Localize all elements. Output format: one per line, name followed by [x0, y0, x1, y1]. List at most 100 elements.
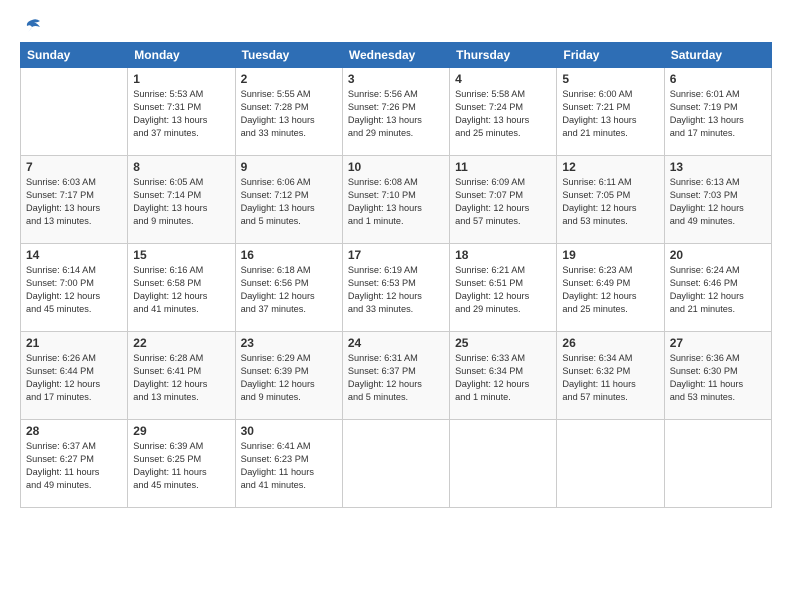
day-number: 24	[348, 336, 444, 350]
calendar: SundayMondayTuesdayWednesdayThursdayFrid…	[20, 42, 772, 508]
day-number: 27	[670, 336, 766, 350]
day-number: 2	[241, 72, 337, 86]
day-info: Sunrise: 6:11 AM Sunset: 7:05 PM Dayligh…	[562, 176, 658, 228]
calendar-cell: 23 Sunrise: 6:29 AM Sunset: 6:39 PM Dayli…	[235, 332, 342, 420]
day-number: 28	[26, 424, 122, 438]
day-info: Sunrise: 6:01 AM Sunset: 7:19 PM Dayligh…	[670, 88, 766, 140]
calendar-cell	[664, 420, 771, 508]
day-info: Sunrise: 6:18 AM Sunset: 6:56 PM Dayligh…	[241, 264, 337, 316]
day-info: Sunrise: 6:00 AM Sunset: 7:21 PM Dayligh…	[562, 88, 658, 140]
day-info: Sunrise: 6:09 AM Sunset: 7:07 PM Dayligh…	[455, 176, 551, 228]
header	[20, 18, 772, 34]
day-info: Sunrise: 5:56 AM Sunset: 7:26 PM Dayligh…	[348, 88, 444, 140]
calendar-header-row: SundayMondayTuesdayWednesdayThursdayFrid…	[21, 43, 772, 68]
calendar-cell: 8 Sunrise: 6:05 AM Sunset: 7:14 PM Daylig…	[128, 156, 235, 244]
day-info: Sunrise: 6:33 AM Sunset: 6:34 PM Dayligh…	[455, 352, 551, 404]
calendar-cell	[450, 420, 557, 508]
day-info: Sunrise: 6:19 AM Sunset: 6:53 PM Dayligh…	[348, 264, 444, 316]
calendar-cell: 17 Sunrise: 6:19 AM Sunset: 6:53 PM Dayli…	[342, 244, 449, 332]
day-info: Sunrise: 6:21 AM Sunset: 6:51 PM Dayligh…	[455, 264, 551, 316]
day-info: Sunrise: 6:29 AM Sunset: 6:39 PM Dayligh…	[241, 352, 337, 404]
calendar-cell: 27Sunrise: 6:36 AM Sunset: 6:30 PM Dayli…	[664, 332, 771, 420]
calendar-cell: 24 Sunrise: 6:31 AM Sunset: 6:37 PM Dayli…	[342, 332, 449, 420]
calendar-cell: 30 Sunrise: 6:41 AM Sunset: 6:23 PM Dayli…	[235, 420, 342, 508]
day-info: Sunrise: 5:58 AM Sunset: 7:24 PM Dayligh…	[455, 88, 551, 140]
calendar-cell: 9 Sunrise: 6:06 AM Sunset: 7:12 PM Daylig…	[235, 156, 342, 244]
calendar-cell: 5 Sunrise: 6:00 AM Sunset: 7:21 PM Daylig…	[557, 68, 664, 156]
day-info: Sunrise: 6:08 AM Sunset: 7:10 PM Dayligh…	[348, 176, 444, 228]
day-number: 23	[241, 336, 337, 350]
calendar-cell: 25 Sunrise: 6:33 AM Sunset: 6:34 PM Dayli…	[450, 332, 557, 420]
day-number: 22	[133, 336, 229, 350]
day-number: 21	[26, 336, 122, 350]
day-number: 17	[348, 248, 444, 262]
logo	[20, 18, 44, 34]
calendar-week-row: 28Sunrise: 6:37 AM Sunset: 6:27 PM Dayli…	[21, 420, 772, 508]
day-info: Sunrise: 6:34 AM Sunset: 6:32 PM Dayligh…	[562, 352, 658, 404]
day-info: Sunrise: 6:39 AM Sunset: 6:25 PM Dayligh…	[133, 440, 229, 492]
calendar-cell: 3 Sunrise: 5:56 AM Sunset: 7:26 PM Daylig…	[342, 68, 449, 156]
day-info: Sunrise: 5:55 AM Sunset: 7:28 PM Dayligh…	[241, 88, 337, 140]
calendar-cell: 14 Sunrise: 6:14 AM Sunset: 7:00 PM Dayli…	[21, 244, 128, 332]
calendar-cell: 11Sunrise: 6:09 AM Sunset: 7:07 PM Dayli…	[450, 156, 557, 244]
day-info: Sunrise: 6:13 AM Sunset: 7:03 PM Dayligh…	[670, 176, 766, 228]
calendar-week-row: 21 Sunrise: 6:26 AM Sunset: 6:44 PM Dayli…	[21, 332, 772, 420]
day-number: 18	[455, 248, 551, 262]
calendar-cell: 20 Sunrise: 6:24 AM Sunset: 6:46 PM Dayli…	[664, 244, 771, 332]
calendar-cell: 4 Sunrise: 5:58 AM Sunset: 7:24 PM Daylig…	[450, 68, 557, 156]
day-info: Sunrise: 6:28 AM Sunset: 6:41 PM Dayligh…	[133, 352, 229, 404]
calendar-cell	[342, 420, 449, 508]
calendar-cell: 26 Sunrise: 6:34 AM Sunset: 6:32 PM Dayli…	[557, 332, 664, 420]
calendar-cell: 18 Sunrise: 6:21 AM Sunset: 6:51 PM Dayli…	[450, 244, 557, 332]
calendar-day-header: Saturday	[664, 43, 771, 68]
day-number: 30	[241, 424, 337, 438]
calendar-cell: 15Sunrise: 6:16 AM Sunset: 6:58 PM Dayli…	[128, 244, 235, 332]
day-number: 12	[562, 160, 658, 174]
calendar-cell: 12 Sunrise: 6:11 AM Sunset: 7:05 PM Dayli…	[557, 156, 664, 244]
day-info: Sunrise: 6:14 AM Sunset: 7:00 PM Dayligh…	[26, 264, 122, 316]
day-number: 4	[455, 72, 551, 86]
logo-bird-icon	[22, 18, 42, 34]
day-info: Sunrise: 6:03 AM Sunset: 7:17 PM Dayligh…	[26, 176, 122, 228]
calendar-day-header: Friday	[557, 43, 664, 68]
day-number: 26	[562, 336, 658, 350]
day-number: 1	[133, 72, 229, 86]
calendar-cell: 19 Sunrise: 6:23 AM Sunset: 6:49 PM Dayli…	[557, 244, 664, 332]
calendar-day-header: Tuesday	[235, 43, 342, 68]
day-info: Sunrise: 6:31 AM Sunset: 6:37 PM Dayligh…	[348, 352, 444, 404]
day-number: 16	[241, 248, 337, 262]
calendar-week-row: 7 Sunrise: 6:03 AM Sunset: 7:17 PM Daylig…	[21, 156, 772, 244]
calendar-week-row: 14 Sunrise: 6:14 AM Sunset: 7:00 PM Dayli…	[21, 244, 772, 332]
day-number: 3	[348, 72, 444, 86]
day-number: 5	[562, 72, 658, 86]
calendar-day-header: Wednesday	[342, 43, 449, 68]
day-info: Sunrise: 6:41 AM Sunset: 6:23 PM Dayligh…	[241, 440, 337, 492]
day-number: 19	[562, 248, 658, 262]
calendar-day-header: Monday	[128, 43, 235, 68]
day-number: 29	[133, 424, 229, 438]
calendar-day-header: Sunday	[21, 43, 128, 68]
page: SundayMondayTuesdayWednesdayThursdayFrid…	[0, 0, 792, 612]
calendar-cell: 28Sunrise: 6:37 AM Sunset: 6:27 PM Dayli…	[21, 420, 128, 508]
day-info: Sunrise: 6:23 AM Sunset: 6:49 PM Dayligh…	[562, 264, 658, 316]
calendar-week-row: 1Sunrise: 5:53 AM Sunset: 7:31 PM Daylig…	[21, 68, 772, 156]
day-number: 20	[670, 248, 766, 262]
calendar-cell: 2 Sunrise: 5:55 AM Sunset: 7:28 PM Daylig…	[235, 68, 342, 156]
day-info: Sunrise: 6:16 AM Sunset: 6:58 PM Dayligh…	[133, 264, 229, 316]
calendar-cell: 6Sunrise: 6:01 AM Sunset: 7:19 PM Daylig…	[664, 68, 771, 156]
calendar-cell	[21, 68, 128, 156]
day-info: Sunrise: 6:06 AM Sunset: 7:12 PM Dayligh…	[241, 176, 337, 228]
calendar-day-header: Thursday	[450, 43, 557, 68]
day-number: 7	[26, 160, 122, 174]
day-number: 13	[670, 160, 766, 174]
calendar-cell: 29 Sunrise: 6:39 AM Sunset: 6:25 PM Dayli…	[128, 420, 235, 508]
day-info: Sunrise: 6:05 AM Sunset: 7:14 PM Dayligh…	[133, 176, 229, 228]
day-number: 25	[455, 336, 551, 350]
day-info: Sunrise: 6:26 AM Sunset: 6:44 PM Dayligh…	[26, 352, 122, 404]
calendar-cell: 16 Sunrise: 6:18 AM Sunset: 6:56 PM Dayli…	[235, 244, 342, 332]
day-number: 14	[26, 248, 122, 262]
day-info: Sunrise: 6:24 AM Sunset: 6:46 PM Dayligh…	[670, 264, 766, 316]
day-number: 9	[241, 160, 337, 174]
day-number: 8	[133, 160, 229, 174]
calendar-cell: 10Sunrise: 6:08 AM Sunset: 7:10 PM Dayli…	[342, 156, 449, 244]
